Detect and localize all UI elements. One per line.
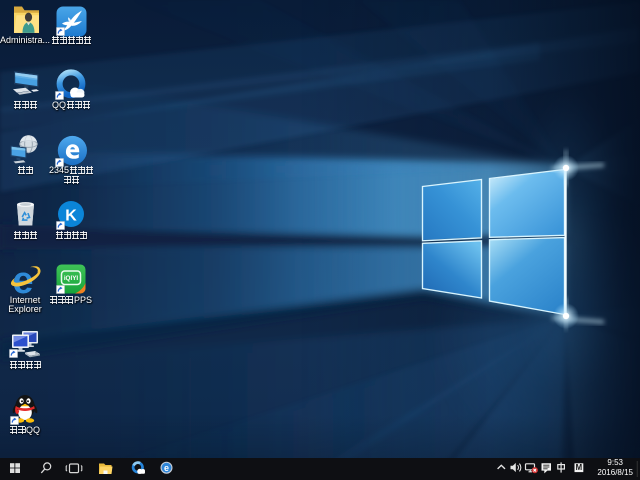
svg-text:K: K (65, 207, 77, 224)
svg-text:M: M (576, 463, 583, 472)
svg-text:iQIYI: iQIYI (64, 275, 79, 282)
svg-text:e: e (164, 463, 169, 473)
